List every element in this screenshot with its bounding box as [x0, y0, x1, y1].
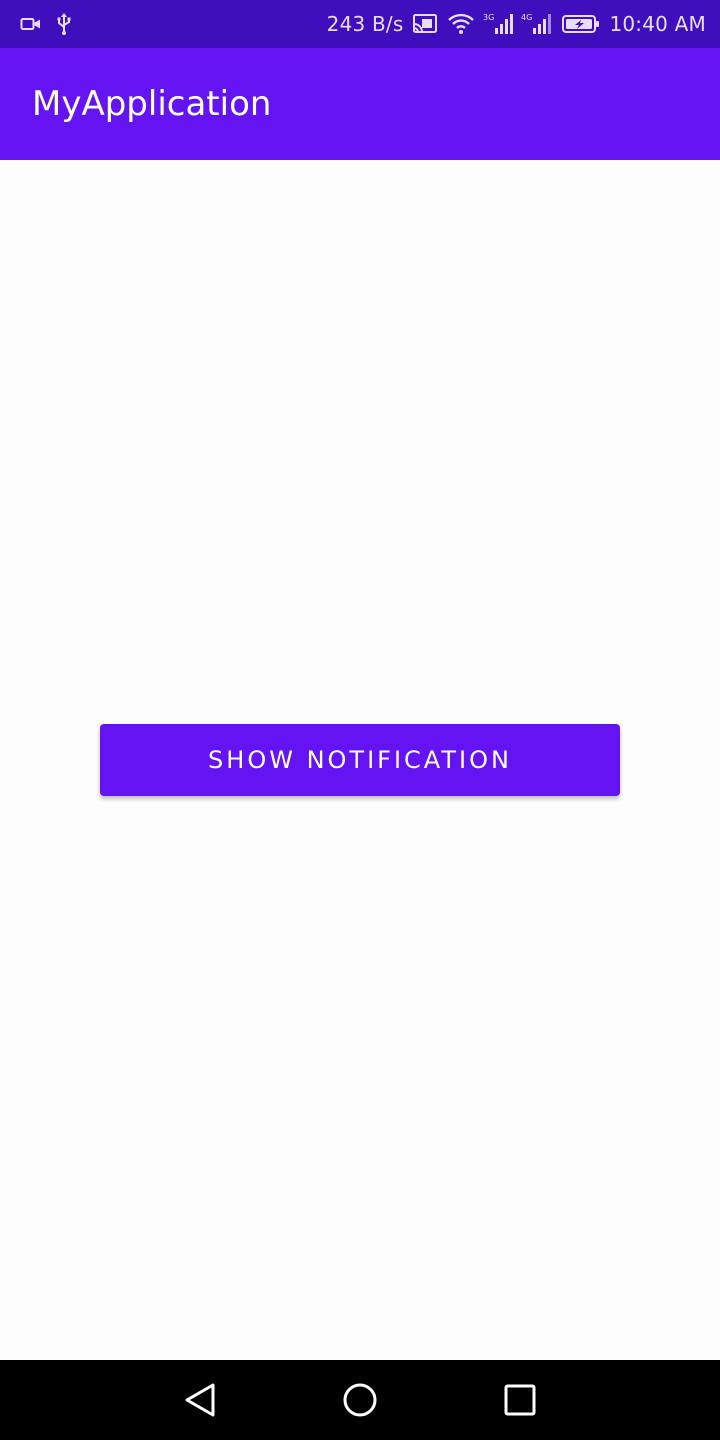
status-left-group	[20, 12, 72, 36]
back-icon[interactable]	[176, 1376, 224, 1424]
home-icon[interactable]	[336, 1376, 384, 1424]
wifi-icon	[447, 12, 475, 36]
status-bar: 243 B/s 3G 4G 10:40 AM	[0, 0, 720, 48]
svg-text:3G: 3G	[483, 13, 494, 22]
app-bar: MyApplication	[0, 48, 720, 160]
network-speed: 243 B/s	[326, 12, 404, 36]
cast-icon	[411, 12, 439, 36]
svg-text:4G: 4G	[521, 13, 532, 22]
clock: 10:40 AM	[609, 12, 706, 36]
signal-4g-icon: 4G	[521, 12, 553, 36]
usb-icon	[56, 12, 72, 36]
battery-charging-icon	[561, 12, 601, 36]
show-notification-button[interactable]: SHOW NOTIFICATION	[100, 724, 620, 796]
signal-3g-icon: 3G	[483, 12, 514, 36]
main-content: SHOW NOTIFICATION	[0, 160, 720, 1360]
video-camera-icon	[20, 16, 42, 32]
recents-icon[interactable]	[496, 1376, 544, 1424]
app-title: MyApplication	[32, 84, 272, 124]
status-right-group: 243 B/s 3G 4G 10:40 AM	[327, 12, 706, 36]
navigation-bar	[0, 1360, 720, 1440]
